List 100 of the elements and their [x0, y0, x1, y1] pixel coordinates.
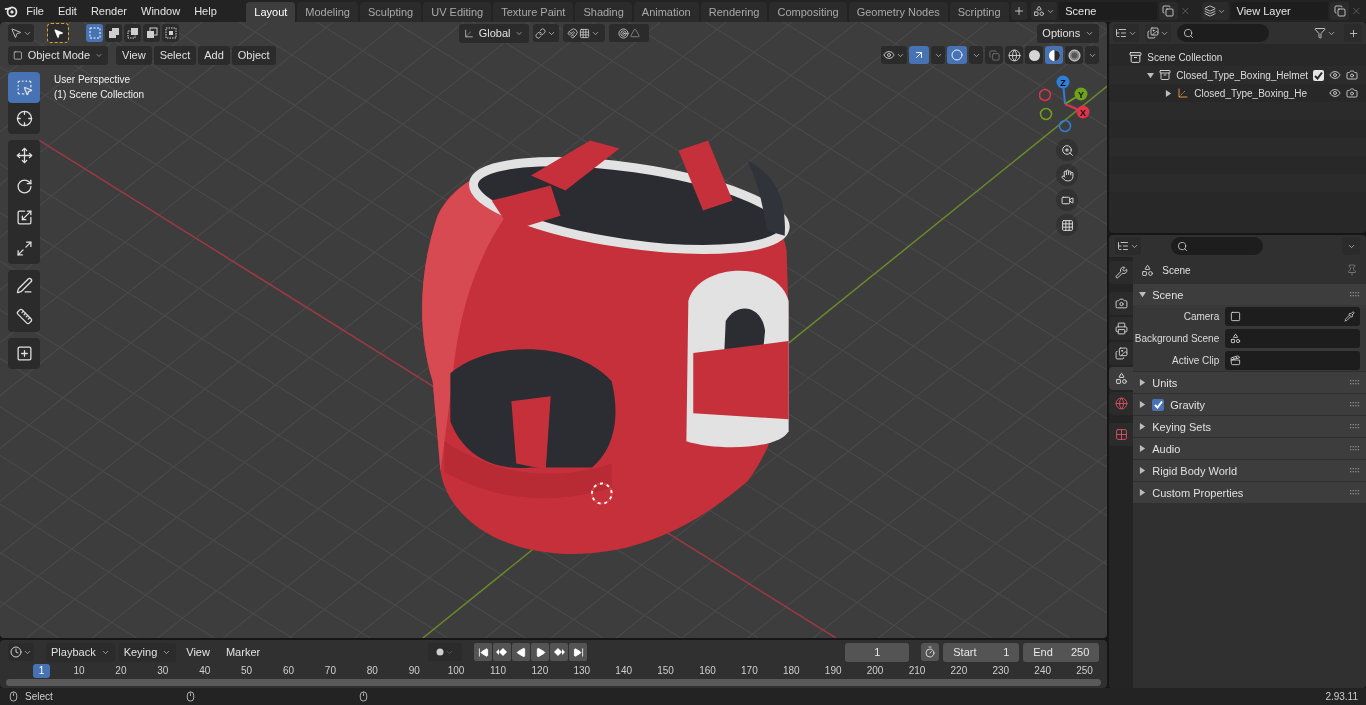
disclosure-triangle-icon[interactable]: [1139, 423, 1147, 430]
copy-button[interactable]: [1158, 2, 1179, 20]
header-menu[interactable]: View: [180, 644, 216, 660]
properties-tab[interactable]: [1109, 392, 1134, 415]
playhead[interactable]: 1: [33, 664, 50, 678]
prev-keyframe-button[interactable]: [493, 643, 512, 661]
properties-tab[interactable]: [1109, 317, 1134, 340]
app-logo-icon[interactable]: [4, 4, 19, 18]
menu-item[interactable]: Render: [84, 3, 133, 19]
axis-handle[interactable]: Z: [1056, 75, 1070, 105]
properties-tab[interactable]: [1109, 423, 1134, 446]
drag-handle-icon[interactable]: [1350, 291, 1360, 298]
shading-mode-button[interactable]: [1025, 46, 1044, 64]
properties-tab[interactable]: [1109, 261, 1134, 284]
disclosure-triangle-icon[interactable]: [1147, 71, 1155, 79]
drag-handle-icon[interactable]: [1350, 379, 1360, 386]
negative-axis-handle[interactable]: [1059, 119, 1072, 133]
scene-selector-button[interactable]: [1030, 2, 1058, 20]
workspace-tab[interactable]: UV Editing: [423, 2, 492, 22]
data-field[interactable]: [1225, 306, 1360, 326]
workspace-tab[interactable]: Sculpting: [359, 2, 422, 22]
search-field[interactable]: [1171, 237, 1264, 255]
overlay-toggle[interactable]: [947, 46, 968, 64]
copy-button[interactable]: [1329, 2, 1350, 20]
shading-mode-button[interactable]: [1065, 46, 1084, 64]
panel-header[interactable]: Units: [1133, 372, 1366, 393]
dropdown-menu[interactable]: Playback: [46, 642, 115, 662]
outliner-item-label[interactable]: Scene Collection: [1147, 51, 1358, 63]
selection-mode-button[interactable]: [162, 24, 179, 42]
options-dropdown[interactable]: Options: [1037, 23, 1100, 43]
pin-icon[interactable]: [1346, 264, 1358, 276]
camera-icon[interactable]: [1346, 87, 1358, 99]
negative-axis-handle[interactable]: [1040, 107, 1053, 121]
pivot-point-button[interactable]: [532, 24, 559, 42]
disclosure-triangle-icon[interactable]: [1139, 379, 1147, 386]
eye-icon[interactable]: [1329, 87, 1341, 99]
disclosure-triangle-icon[interactable]: [1139, 401, 1147, 408]
next-keyframe-button[interactable]: [550, 643, 569, 661]
eyedropper-icon[interactable]: [1344, 310, 1355, 322]
drag-handle-icon[interactable]: [1350, 445, 1360, 452]
editor-type-button[interactable]: [8, 24, 34, 42]
disclosure-triangle-icon[interactable]: [1139, 467, 1147, 474]
workspace-tab[interactable]: Scripting: [949, 2, 1009, 22]
editor-type-button[interactable]: [8, 643, 34, 661]
workspace-tab[interactable]: Layout: [246, 2, 296, 22]
negative-axis-handle[interactable]: [1039, 88, 1052, 102]
gizmo-toggle[interactable]: [909, 46, 930, 64]
current-frame-field[interactable]: 1: [845, 642, 910, 662]
zoom-button[interactable]: [1056, 139, 1079, 161]
drag-handle-icon[interactable]: [1350, 489, 1360, 496]
header-menu[interactable]: View: [116, 45, 152, 65]
view-layer-selector-button[interactable]: [1201, 2, 1229, 20]
record-button[interactable]: [428, 643, 463, 661]
timeline-scrollbar[interactable]: [6, 679, 1102, 686]
camera-icon[interactable]: [1346, 69, 1358, 81]
dropdown-menu[interactable]: Keying: [118, 642, 177, 662]
checkbox[interactable]: [1152, 398, 1165, 411]
workspace-tab[interactable]: Geometry Nodes: [848, 2, 948, 22]
panel-header[interactable]: Custom Properties: [1133, 482, 1366, 503]
ortho-toggle-button[interactable]: [1056, 214, 1079, 236]
eye-icon[interactable]: [1329, 69, 1341, 81]
header-menu[interactable]: Select: [153, 45, 197, 65]
shading-mode-button[interactable]: [1005, 46, 1024, 64]
start-frame-field[interactable]: Start 1: [943, 642, 1020, 662]
disclosure-triangle-icon[interactable]: [1139, 489, 1147, 496]
menu-item[interactable]: Help: [188, 3, 223, 19]
panel-header[interactable]: Gravity: [1133, 394, 1366, 415]
orientation-dropdown[interactable]: Global: [458, 23, 529, 43]
jump-start-button[interactable]: [474, 643, 493, 661]
drag-handle-icon[interactable]: [1350, 467, 1360, 474]
jump-end-button[interactable]: [569, 643, 588, 661]
scene-name-field[interactable]: Scene: [1059, 2, 1157, 20]
camera-view-button[interactable]: [1056, 189, 1079, 211]
preview-range-button[interactable]: [921, 643, 940, 661]
proportional-editing-button[interactable]: [608, 24, 649, 42]
selection-mode-button[interactable]: [105, 24, 122, 42]
visibility-button[interactable]: [881, 46, 908, 64]
3d-viewport[interactable]: Global Options Object Mode View Select Add Object User Perspective (1) Scene Collection Z Y X: [0, 22, 1108, 638]
workspace-tab[interactable]: Compositing: [769, 2, 847, 22]
new-collection-button[interactable]: [1344, 24, 1362, 42]
data-field[interactable]: [1225, 328, 1360, 348]
active-tool-button[interactable]: [48, 24, 68, 42]
mode-dropdown[interactable]: Object Mode: [8, 45, 108, 65]
panel-header[interactable]: Rigid Body World: [1133, 460, 1366, 481]
play-button[interactable]: [531, 643, 550, 661]
workspace-tab[interactable]: Rendering: [700, 2, 768, 22]
search-field[interactable]: [1177, 24, 1270, 42]
add-workspace-button[interactable]: [1010, 2, 1027, 20]
disclosure-triangle-icon[interactable]: [1139, 445, 1147, 452]
workspace-tab[interactable]: Texture Paint: [493, 2, 574, 22]
header-menu[interactable]: Object: [231, 45, 276, 65]
properties-tab[interactable]: [1109, 367, 1134, 390]
properties-tab[interactable]: [1109, 342, 1134, 365]
header-menu[interactable]: Marker: [219, 644, 267, 660]
disclosure-triangle-icon[interactable]: [1139, 291, 1147, 298]
xray-toggle[interactable]: [985, 46, 1004, 64]
editor-type-button[interactable]: [1115, 237, 1142, 255]
workspace-tab[interactable]: Shading: [575, 2, 632, 22]
shading-mode-button[interactable]: [1045, 46, 1064, 64]
selection-mode-button[interactable]: [143, 24, 160, 42]
